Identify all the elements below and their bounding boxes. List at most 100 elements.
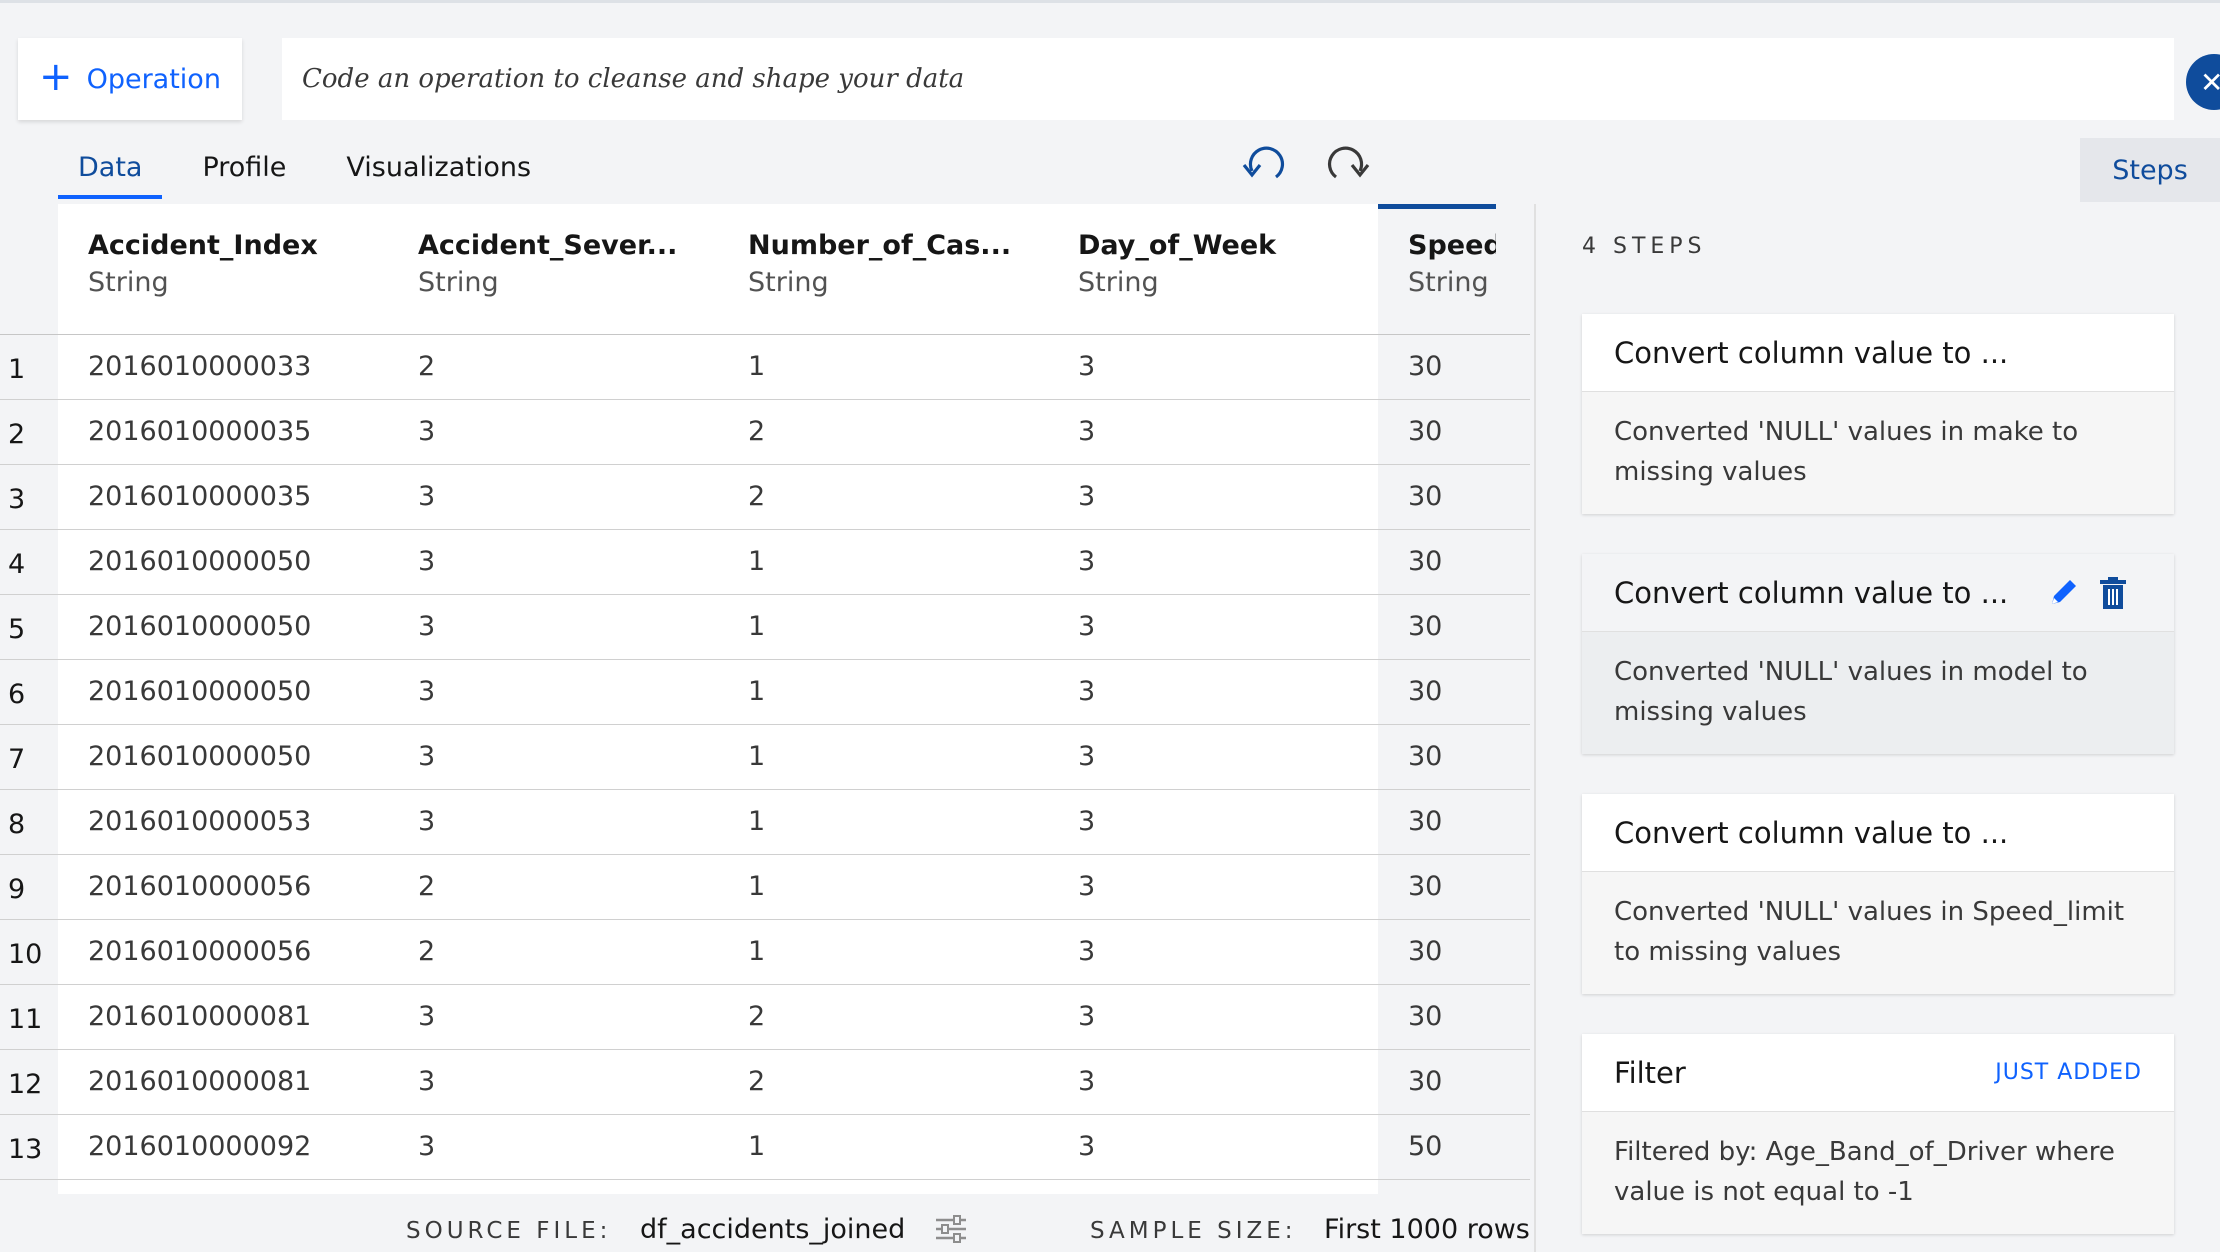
step-card[interactable]: Convert column value to ... Converted 'N… [1582, 554, 2174, 754]
cell-number-of-casualties[interactable]: 1 [718, 725, 765, 789]
cell-accident-severity[interactable]: 3 [388, 530, 435, 594]
cell-day-of-week[interactable]: 3 [1048, 920, 1095, 984]
cell-day-of-week[interactable]: 3 [1048, 335, 1095, 399]
cell-accident-index[interactable]: 2016010000092 [58, 1180, 311, 1194]
cell-day-of-week[interactable]: 3 [1048, 465, 1095, 529]
cell-day-of-week[interactable]: 3 [1048, 790, 1095, 854]
cell-number-of-casualties[interactable]: 1 [718, 660, 765, 724]
cell-accident-index[interactable]: 2016010000081 [58, 1050, 311, 1114]
cell-accident-index[interactable]: 2016010000035 [58, 465, 311, 529]
code-operation-input[interactable] [282, 38, 2174, 120]
cell-speed-limit[interactable]: 30 [1378, 855, 1442, 919]
pencil-icon[interactable] [2046, 576, 2080, 617]
cell-accident-severity[interactable]: 3 [388, 1050, 435, 1114]
column-header-speed-limit[interactable]: Speed_ String [1378, 204, 1496, 334]
redo-icon [1328, 146, 1370, 179]
cell-accident-index[interactable]: 2016010000053 [58, 790, 311, 854]
column-header-accident-index[interactable]: Accident_Index String [58, 204, 388, 334]
step-description: Converted 'NULL' values in make to missi… [1582, 392, 2174, 514]
cell-day-of-week[interactable]: 3 [1048, 1050, 1095, 1114]
cell-accident-severity[interactable]: 3 [388, 1180, 435, 1194]
source-file-value: df_accidents_joined [640, 1214, 906, 1245]
cell-number-of-casualties[interactable]: 1 [718, 790, 765, 854]
step-card[interactable]: Convert column value to ... Converted 'N… [1582, 794, 2174, 994]
row-number: 3 [0, 465, 58, 529]
cell-day-of-week[interactable]: 3 [1048, 1180, 1095, 1194]
cell-accident-index[interactable]: 2016010000092 [58, 1115, 311, 1179]
cell-accident-severity[interactable]: 3 [388, 1115, 435, 1179]
step-card[interactable]: Filter JUST ADDED Filtered by: Age_Band_… [1582, 1034, 2174, 1234]
step-title: Convert column value to ... [1582, 794, 2174, 872]
cell-accident-severity[interactable]: 2 [388, 920, 435, 984]
cell-number-of-casualties[interactable]: 1 [718, 1180, 765, 1194]
cell-speed-limit[interactable]: 30 [1378, 660, 1442, 724]
cell-speed-limit[interactable]: 30 [1378, 790, 1442, 854]
column-type: String [1408, 267, 1489, 298]
cell-speed-limit[interactable]: 30 [1378, 1050, 1442, 1114]
cell-accident-severity[interactable]: 3 [388, 985, 435, 1049]
column-header-day-of-week[interactable]: Day_of_Week String [1048, 204, 1378, 334]
trash-icon[interactable] [2098, 576, 2128, 617]
cell-accident-severity[interactable]: 2 [388, 335, 435, 399]
steps-tab[interactable]: Steps [2080, 138, 2220, 202]
cell-number-of-casualties[interactable]: 2 [718, 985, 765, 1049]
add-operation-button[interactable]: + Operation [18, 38, 242, 120]
step-card[interactable]: Convert column value to ... Converted 'N… [1582, 314, 2174, 514]
cell-speed-limit[interactable]: 30 [1378, 985, 1442, 1049]
close-button[interactable]: ✕ [2186, 54, 2220, 110]
cell-accident-index[interactable]: 2016010000050 [58, 530, 311, 594]
tab-visualizations[interactable]: Visualizations [326, 138, 551, 199]
cell-speed-limit[interactable]: 30 [1378, 335, 1442, 399]
cell-day-of-week[interactable]: 3 [1048, 985, 1095, 1049]
cell-speed-limit[interactable]: 30 [1378, 725, 1442, 789]
cell-accident-index[interactable]: 2016010000056 [58, 920, 311, 984]
undo-button[interactable] [1238, 140, 1288, 190]
cell-speed-limit[interactable]: 30 [1378, 920, 1442, 984]
cell-accident-severity[interactable]: 3 [388, 465, 435, 529]
cell-day-of-week[interactable]: 3 [1048, 660, 1095, 724]
cell-number-of-casualties[interactable]: 2 [718, 1050, 765, 1114]
cell-speed-limit[interactable]: 30 [1378, 400, 1442, 464]
column-header-accident-severity[interactable]: Accident_Sever... String [388, 204, 718, 334]
redo-button[interactable] [1324, 140, 1374, 190]
cell-accident-index[interactable]: 2016010000056 [58, 855, 311, 919]
cell-speed-limit[interactable]: 50 [1378, 1115, 1442, 1179]
cell-accident-severity[interactable]: 3 [388, 595, 435, 659]
tab-data[interactable]: Data [58, 138, 163, 199]
cell-accident-severity[interactable]: 3 [388, 400, 435, 464]
cell-accident-index[interactable]: 2016010000081 [58, 985, 311, 1049]
cell-accident-index[interactable]: 2016010000035 [58, 400, 311, 464]
cell-number-of-casualties[interactable]: 1 [718, 920, 765, 984]
sample-size-value[interactable]: First 1000 rows [1324, 1214, 1530, 1245]
cell-speed-limit[interactable]: 30 [1378, 595, 1442, 659]
cell-accident-severity[interactable]: 3 [388, 660, 435, 724]
cell-accident-index[interactable]: 2016010000050 [58, 660, 311, 724]
cell-day-of-week[interactable]: 3 [1048, 595, 1095, 659]
cell-speed-limit[interactable]: 50 [1378, 1180, 1442, 1194]
cell-speed-limit[interactable]: 30 [1378, 465, 1442, 529]
cell-day-of-week[interactable]: 3 [1048, 725, 1095, 789]
cell-speed-limit[interactable]: 30 [1378, 530, 1442, 594]
cell-accident-index[interactable]: 2016010000050 [58, 725, 311, 789]
cell-accident-severity[interactable]: 3 [388, 725, 435, 789]
tab-profile[interactable]: Profile [182, 138, 306, 199]
cell-number-of-casualties[interactable]: 1 [718, 335, 765, 399]
cell-number-of-casualties[interactable]: 1 [718, 855, 765, 919]
cell-number-of-casualties[interactable]: 1 [718, 595, 765, 659]
cell-number-of-casualties[interactable]: 2 [718, 400, 765, 464]
cell-accident-index[interactable]: 2016010000050 [58, 595, 311, 659]
cell-accident-index[interactable]: 2016010000033 [58, 335, 311, 399]
sliders-icon[interactable] [934, 1214, 968, 1250]
cell-day-of-week[interactable]: 3 [1048, 1115, 1095, 1179]
cell-number-of-casualties[interactable]: 2 [718, 465, 765, 529]
cell-number-of-casualties[interactable]: 1 [718, 530, 765, 594]
cell-day-of-week[interactable]: 3 [1048, 530, 1095, 594]
row-number: 7 [0, 725, 58, 789]
cell-accident-severity[interactable]: 3 [388, 790, 435, 854]
column-header-number-of-casualties[interactable]: Number_of_Cas... String [718, 204, 1048, 334]
cell-accident-severity[interactable]: 2 [388, 855, 435, 919]
cell-number-of-casualties[interactable]: 1 [718, 1115, 765, 1179]
cell-day-of-week[interactable]: 3 [1048, 855, 1095, 919]
grid-rows: 1 2016010000033 2 1 3 30 2 2016010000035 3 2 3 30 3 2… [0, 335, 1530, 1194]
cell-day-of-week[interactable]: 3 [1048, 400, 1095, 464]
